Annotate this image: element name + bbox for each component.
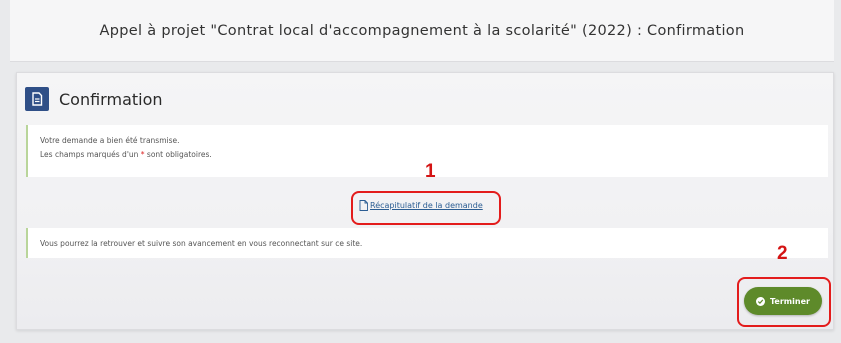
page-title: Appel à projet "Contrat local d'accompag… xyxy=(99,22,745,39)
callout-number-2: 2 xyxy=(777,243,788,264)
callout-number-1: 1 xyxy=(425,161,436,182)
callout-box-2 xyxy=(737,277,831,327)
transmitted-text: Votre demande a bien été transmise. xyxy=(40,136,180,145)
follow-text: Vous pourrez la retrouver et suivre son … xyxy=(40,238,363,248)
follow-message: Vous pourrez la retrouver et suivre son … xyxy=(26,228,828,258)
card-title: Confirmation xyxy=(25,87,163,111)
callout-box-1 xyxy=(351,191,501,225)
page-header: Appel à projet "Contrat local d'accompag… xyxy=(10,0,834,62)
document-icon xyxy=(25,87,49,111)
card-heading: Confirmation xyxy=(59,89,163,109)
required-fields-note: Les champs marqués d'un * sont obligatoi… xyxy=(40,150,212,159)
